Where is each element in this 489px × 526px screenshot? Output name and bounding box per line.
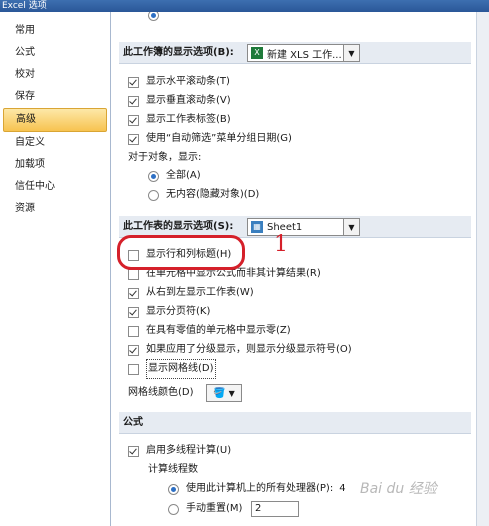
checkbox[interactable] [128, 325, 139, 337]
nav-item-formulas[interactable]: 公式 [0, 42, 110, 64]
radio-button[interactable] [168, 483, 179, 495]
nav-item-trust-center[interactable]: 信任中心 [0, 176, 110, 198]
radio-label: 手动重置(M) [186, 503, 243, 514]
worksheet-header-label: 此工作表的显示选项(S): [123, 221, 234, 232]
worksheet-combo-text: Sheet1 [267, 221, 303, 233]
radio-button[interactable] [148, 12, 159, 21]
gridline-color-label: 网格线颜色(D) [128, 387, 194, 398]
option-row[interactable]: 显示分页符(K) [128, 303, 210, 321]
thread-count-spinner[interactable]: 2 [251, 501, 299, 517]
checkbox[interactable] [128, 344, 139, 356]
objects-label: 对于对象，显示: [128, 149, 201, 167]
nav-item-proofing[interactable]: 校对 [0, 64, 110, 86]
checkbox[interactable] [128, 445, 139, 457]
option-label: 显示垂直滚动条(V) [146, 95, 231, 106]
sheet-icon: ▦ [251, 221, 263, 233]
formula-section-header: 公式 [119, 412, 471, 434]
objects-label-text: 对于对象，显示: [128, 152, 202, 163]
gridline-color-row: 网格线颜色(D) [128, 384, 194, 402]
radio-button[interactable] [168, 503, 179, 515]
worksheet-combo[interactable]: ▦ Sheet1 ▼ [247, 218, 360, 236]
checkbox[interactable] [128, 95, 139, 107]
formula-header-label: 公式 [123, 417, 143, 428]
workbook-header-label: 此工作簿的显示选项(B): [123, 47, 234, 58]
nav-item-advanced[interactable]: 高级 [3, 108, 107, 132]
thread-count-value: 2 [255, 503, 262, 514]
option-row[interactable]: 显示网格线(D) [128, 359, 216, 379]
radio-label: 无内容(隐藏对象)(D) [166, 189, 260, 200]
nav-item-customize[interactable]: 自定义 [0, 132, 110, 154]
watermark-logo: Bai du 经验 [360, 481, 437, 497]
sidebar-nav: 常用 公式 校对 保存 高级 自定义 加载项 信任中心 资源 [0, 12, 111, 526]
option-row[interactable]: 使用“自动筛选”菜单分组日期(G) [128, 130, 292, 148]
workbook-combo[interactable]: X 新建 XLS 工作... ▼ [247, 44, 360, 62]
checkbox[interactable] [128, 76, 139, 88]
gridline-color-button[interactable]: 🪣 ▼ [206, 384, 242, 402]
threads-label-text: 计算线程数 [148, 464, 198, 475]
radio-label: 全部(A) [166, 170, 201, 181]
option-row[interactable]: 显示垂直滚动条(V) [128, 92, 231, 110]
workbook-icon: X [251, 47, 263, 59]
option-row[interactable]: 如果应用了分级显示，则显示分级显示符号(O) [128, 341, 352, 359]
radio-row[interactable]: 无内容(隐藏对象)(D) [148, 186, 259, 204]
option-label: 在具有零值的单元格中显示零(Z) [146, 325, 291, 336]
window-title: Excel 选项 [0, 0, 489, 12]
chevron-down-icon[interactable]: ▼ [343, 219, 359, 235]
radio-button[interactable] [148, 170, 159, 182]
paint-bucket-icon: 🪣 [213, 387, 226, 399]
vertical-scrollbar[interactable] [476, 12, 489, 526]
annotation-highlight [117, 235, 245, 270]
option-label: 从右到左显示工作表(W) [146, 287, 254, 298]
nav-item-addins[interactable]: 加载项 [0, 154, 110, 176]
option-row[interactable]: 从右到左显示工作表(W) [128, 284, 254, 302]
checkbox[interactable] [128, 268, 139, 280]
cut-off-radio-row [148, 12, 166, 24]
nav-item-resources[interactable]: 资源 [0, 198, 110, 220]
nav-item-common[interactable]: 常用 [0, 20, 110, 42]
processor-count: 4 [339, 483, 346, 494]
option-row[interactable]: 在具有零值的单元格中显示零(Z) [128, 322, 291, 340]
checkbox[interactable] [128, 363, 139, 375]
checkbox[interactable] [128, 114, 139, 126]
workbook-combo-text: 新建 XLS 工作... [267, 49, 342, 61]
option-row[interactable]: 显示工作表标签(B) [128, 111, 231, 129]
annotation-number: 1 [274, 232, 288, 257]
option-label: 显示分页符(K) [146, 306, 211, 317]
nav-item-save[interactable]: 保存 [0, 86, 110, 108]
option-label: 如果应用了分级显示，则显示分级显示符号(O) [146, 344, 352, 355]
option-label: 启用多线程计算(U) [146, 445, 232, 456]
chevron-down-icon[interactable]: ▼ [343, 45, 359, 61]
checkbox[interactable] [128, 133, 139, 145]
option-row[interactable]: 启用多线程计算(U) [128, 442, 231, 460]
radio-row[interactable]: 使用此计算机上的所有处理器(P): 4 [168, 480, 346, 498]
option-row[interactable]: 显示水平滚动条(T) [128, 73, 230, 91]
checkbox[interactable] [128, 287, 139, 299]
radio-button[interactable] [148, 189, 159, 201]
threads-label: 计算线程数 [148, 461, 198, 479]
option-label: 使用“自动筛选”菜单分组日期(G) [146, 133, 292, 144]
option-label: 显示工作表标签(B) [146, 114, 231, 125]
radio-row[interactable]: 手动重置(M) [168, 500, 242, 518]
checkbox[interactable] [128, 306, 139, 318]
option-label: 显示网格线(D) [146, 359, 216, 379]
option-label: 显示水平滚动条(T) [146, 76, 230, 87]
chevron-down-icon: ▼ [228, 388, 235, 398]
radio-row[interactable]: 全部(A) [148, 167, 201, 185]
radio-label: 使用此计算机上的所有处理器(P): [186, 483, 334, 494]
